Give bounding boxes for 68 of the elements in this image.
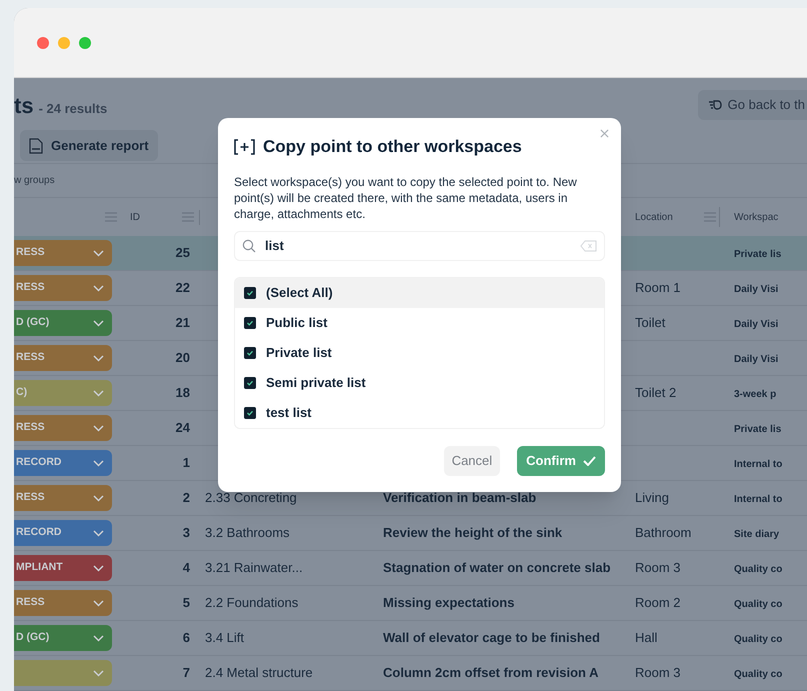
table-cell: Quality co [734, 599, 782, 610]
dialog-title: Copy point to other workspaces [263, 136, 522, 158]
table-cell: Room 3 [635, 665, 681, 680]
table-cell: 21 [176, 315, 190, 330]
status-label: D (GC) [16, 315, 50, 330]
table-cell: Bathroom [635, 525, 692, 540]
row-groups-hint: w groups [14, 174, 55, 188]
table-cell: Room 3 [635, 560, 681, 575]
table-cell: 2 [182, 490, 190, 505]
table-cell: Room 1 [635, 280, 681, 295]
table-cell: Stagnation of water on concrete slab [383, 560, 611, 575]
table-cell: Quality co [734, 669, 782, 680]
status-label: C) [16, 385, 28, 400]
status-label: RESS [16, 245, 45, 260]
table-cell: 3 [182, 525, 190, 540]
table-cell: Toilet [635, 315, 666, 330]
table-cell: 3-week p [734, 389, 776, 400]
table-cell: Quality co [734, 564, 782, 575]
status-label: RESS [16, 280, 45, 296]
table-cell: Daily Visi [734, 284, 778, 295]
table-cell: Verification in beam-slab [383, 490, 536, 505]
table-cell: Hall [635, 630, 658, 645]
table-cell: 2.4 Metal structure [205, 665, 313, 680]
table-cell: Review the height of the sink [383, 525, 562, 540]
table-cell: 3.2 Bathrooms [205, 525, 290, 540]
table-cell: 3.4 Lift [205, 630, 244, 645]
option-label: Semi private list [266, 374, 366, 392]
table-cell: Private lis [734, 424, 782, 435]
table-cell: 3.21 Rainwater... [205, 560, 303, 575]
status-label: RECORD [16, 455, 62, 470]
table-cell: 25 [176, 245, 190, 260]
status-label: RESS [16, 595, 45, 610]
table-cell: 2.33 Concreting [205, 490, 297, 505]
page-title: ts [14, 92, 34, 120]
table-cell: Toilet 2 [635, 385, 676, 400]
table-cell: Site diary [734, 529, 780, 540]
table-cell: 2.2 Foundations [205, 595, 298, 610]
table-cell: Quality co [734, 634, 782, 645]
table-cell: Daily Visi [734, 354, 778, 365]
status-label: MPLIANT [16, 560, 63, 576]
table-cell: 4 [182, 560, 190, 575]
table-cell: Wall of elevator cage to be finished [383, 630, 600, 645]
table-cell: Missing expectations [383, 595, 514, 610]
table-cell: Living [635, 490, 669, 505]
option-label: Private list [266, 344, 332, 362]
table-cell: Internal to [734, 459, 782, 470]
status-label: RECORD [16, 525, 62, 540]
table-cell: 20 [176, 350, 190, 365]
option-label: (Select All) [266, 284, 333, 302]
table-cell: 22 [176, 280, 190, 295]
table-cell: Daily Visi [734, 319, 778, 330]
option-label: Public list [266, 314, 328, 332]
result-count: - 24 results [38, 100, 108, 118]
table-cell: 5 [182, 595, 190, 610]
table-cell: 1 [182, 455, 190, 470]
status-label: RESS [16, 350, 45, 366]
status-label: RESS [16, 490, 45, 506]
table-cell: Room 2 [635, 595, 681, 610]
table-cell: 18 [176, 385, 190, 400]
table-cell: Private lis [734, 249, 782, 260]
table-cell: Internal to [734, 494, 782, 505]
table-cell: Column 2cm offset from revision A [383, 665, 598, 680]
dialog-description: Select workspace(s) you want to copy the selected point to. New point(s) will be created there, with the same metadata, users in charge, attachments etc. [234, 174, 578, 222]
table-cell: 6 [182, 630, 190, 645]
table-cell: 24 [176, 420, 190, 435]
status-label: RESS [16, 420, 45, 436]
table-cell: 7 [182, 665, 190, 680]
status-label: D (GC) [16, 630, 50, 646]
